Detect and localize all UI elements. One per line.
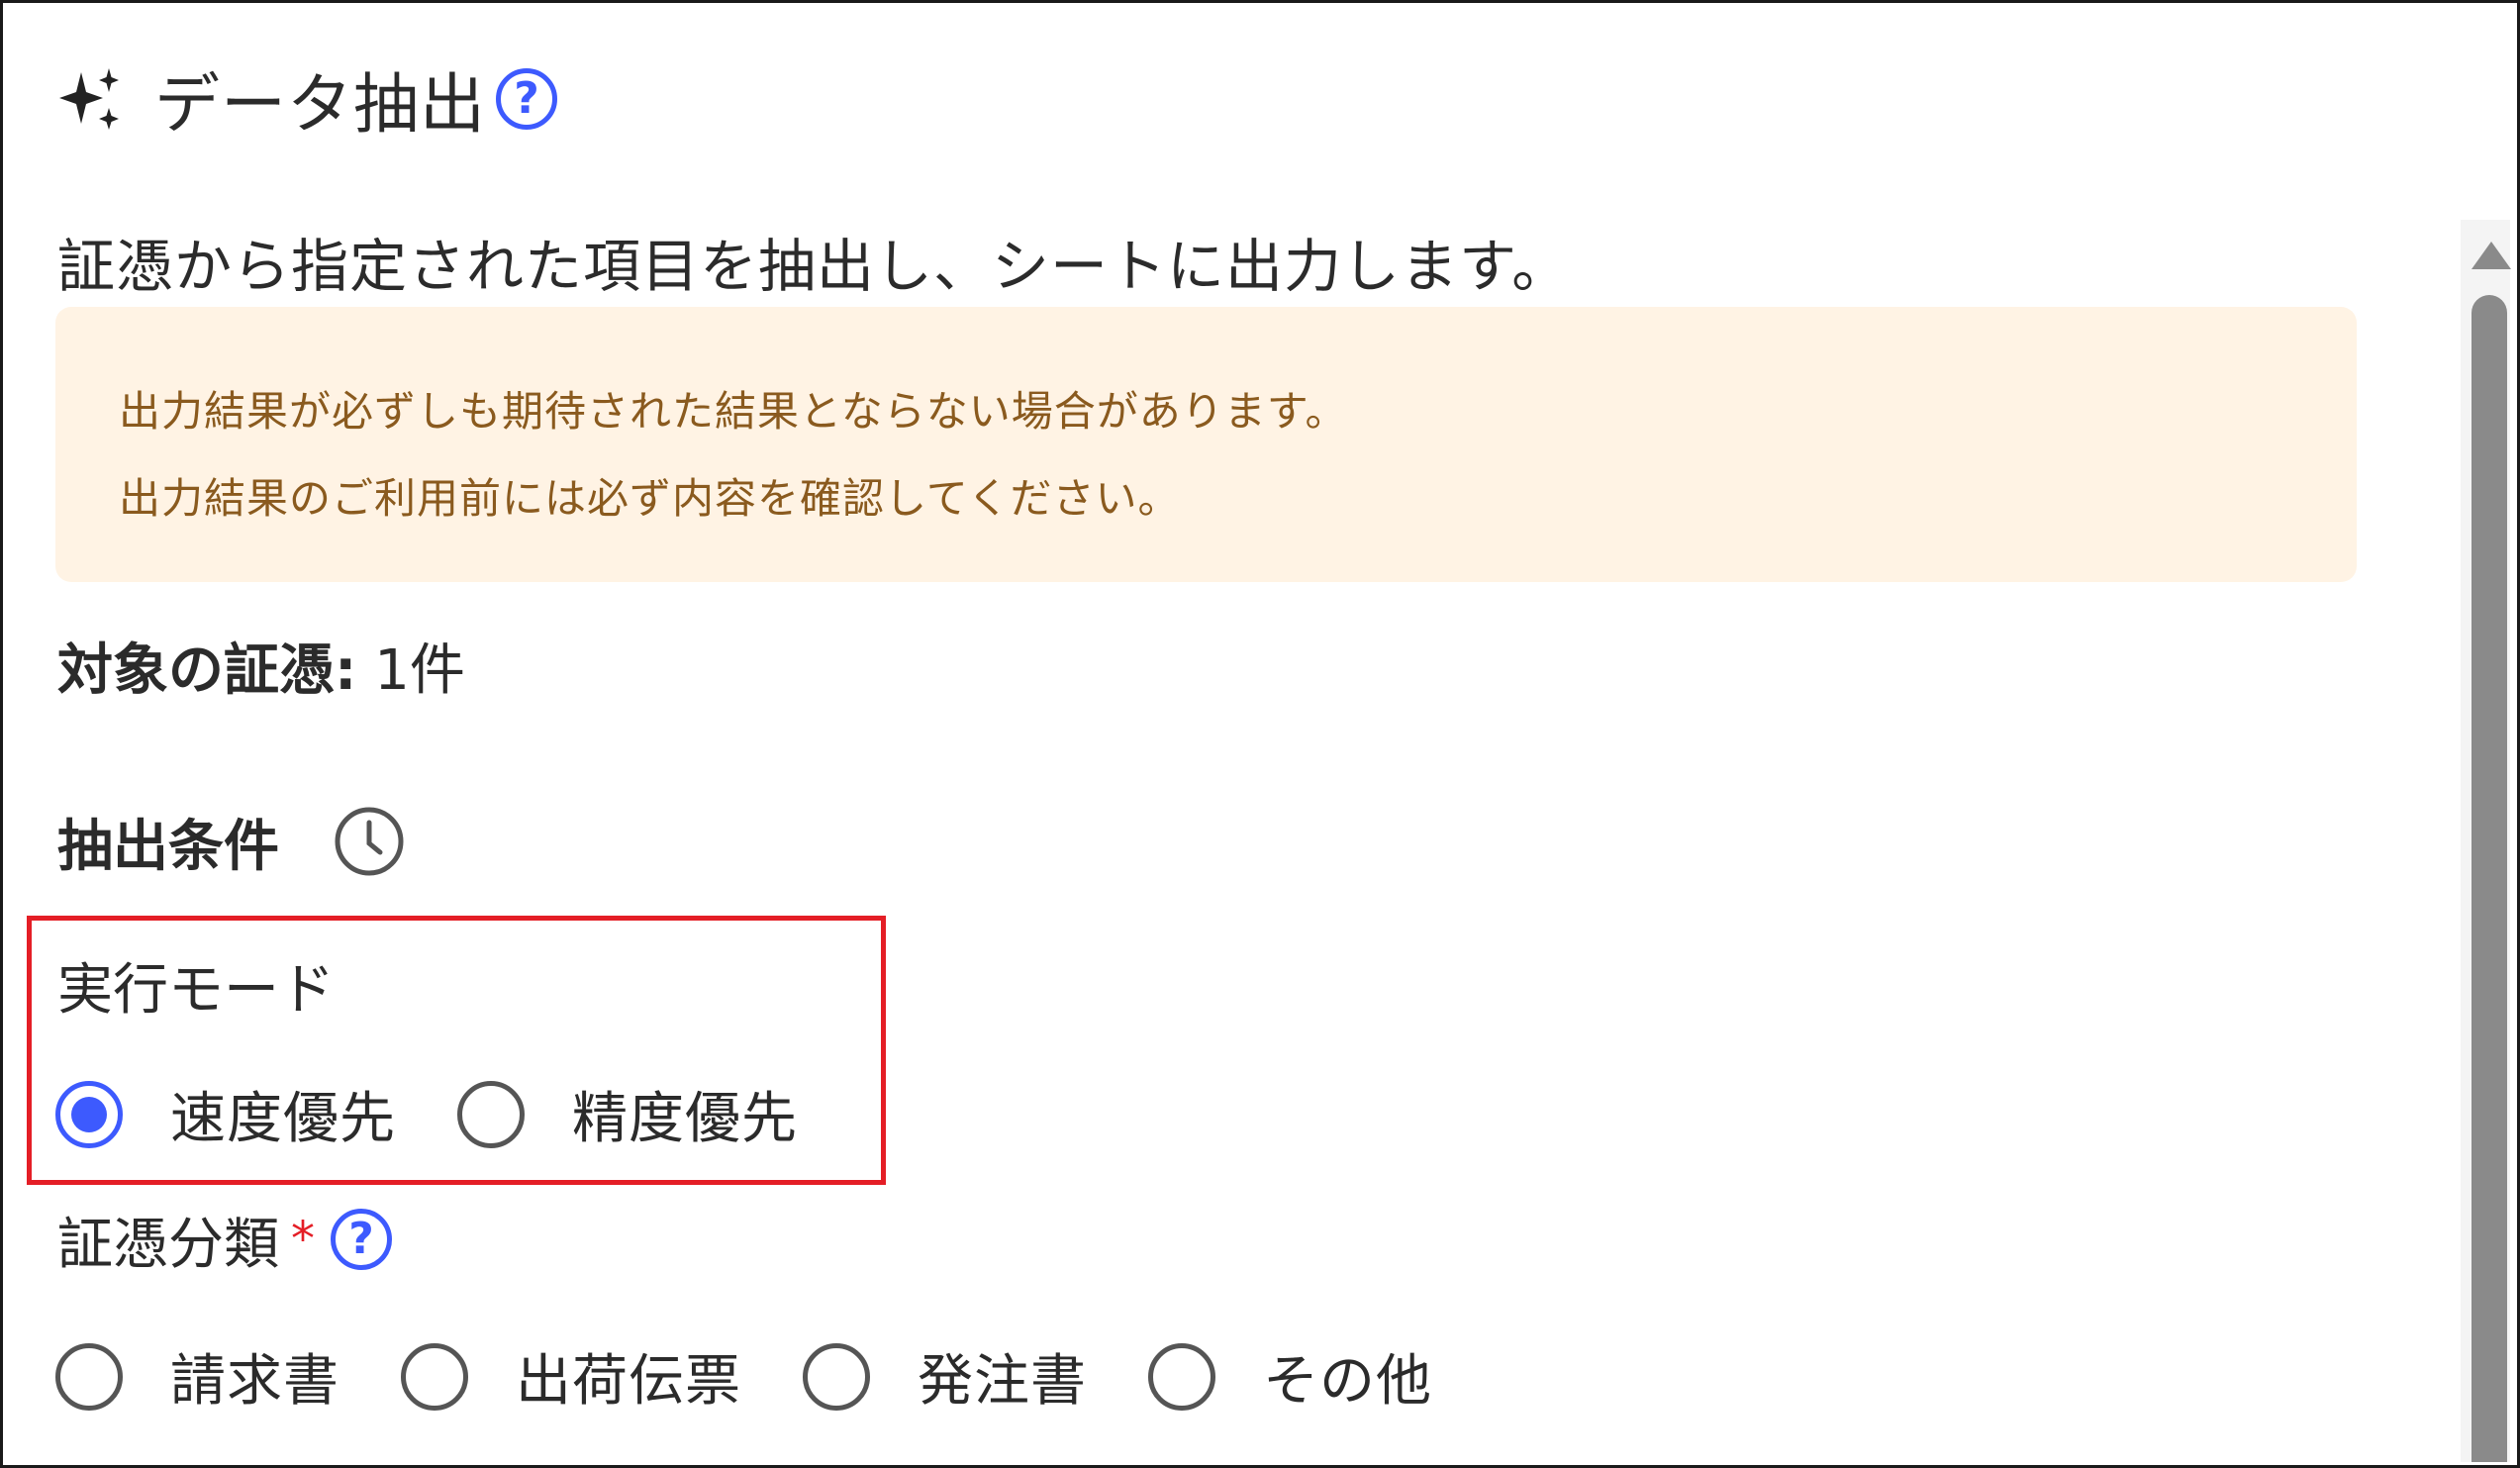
radio-accuracy-priority[interactable]: 精度優先 — [457, 1074, 798, 1154]
radio-speed-priority[interactable]: 速度優先 — [55, 1074, 396, 1154]
required-mark: * — [291, 1212, 315, 1267]
radio-selected-icon[interactable] — [55, 1080, 123, 1148]
radio-label: 出荷伝票 — [516, 1349, 741, 1414]
document-category-label-row: 証憑分類 * ? — [57, 1200, 392, 1279]
radio-unselected-icon[interactable] — [457, 1080, 525, 1148]
radio-unselected-icon[interactable] — [1148, 1342, 1215, 1411]
sparkle-icon — [59, 68, 119, 130]
radio-unselected-icon[interactable] — [55, 1342, 123, 1411]
conditions-label: 抽出条件 — [57, 814, 279, 879]
radio-other[interactable]: その他 — [1148, 1336, 1432, 1417]
radio-unselected-icon[interactable] — [803, 1342, 870, 1411]
help-icon[interactable]: ? — [496, 68, 557, 130]
radio-purchase-order[interactable]: 発注書 — [803, 1336, 1087, 1417]
help-icon[interactable]: ? — [331, 1209, 392, 1270]
notice-line: 出力結果が必ずしも期待された結果とならない場合があります。 — [119, 387, 1348, 436]
history-icon[interactable] — [333, 805, 406, 878]
panel-header: データ抽出 ? — [57, 49, 557, 148]
radio-label: 発注書 — [918, 1349, 1087, 1414]
radio-label: 請求書 — [170, 1349, 339, 1414]
page-title: データ抽出 — [154, 66, 486, 143]
notice-line: 出力結果のご利用前には必ず内容を確認してください。 — [119, 474, 1181, 523]
notice-box: 出力結果が必ずしも期待された結果とならない場合があります。 出力結果のご利用前に… — [55, 307, 2357, 582]
conditions-header: 抽出条件 — [57, 802, 406, 881]
radio-shipping-slip[interactable]: 出荷伝票 — [401, 1336, 741, 1417]
target-count-value: 1件 — [356, 638, 465, 703]
document-category-group: 請求書 出荷伝票 発注書 その他 — [55, 1336, 1494, 1417]
execution-mode-group: 速度優先 精度優先 — [55, 1074, 859, 1154]
target-count: 対象の証憑: 1件 — [57, 626, 465, 706]
execution-mode-label: 実行モード — [57, 958, 335, 1023]
target-count-label: 対象の証憑: — [57, 638, 357, 703]
radio-invoice[interactable]: 請求書 — [55, 1336, 339, 1417]
scroll-up-arrow-icon[interactable] — [2472, 242, 2511, 269]
radio-unselected-icon[interactable] — [401, 1342, 468, 1411]
radio-label: 精度優先 — [572, 1087, 798, 1151]
description-text: 証憑から指定された項目を抽出し、シートに出力します。 — [57, 233, 1571, 300]
radio-label: 速度優先 — [170, 1087, 396, 1151]
document-category-label: 証憑分類 — [57, 1212, 279, 1277]
radio-label: その他 — [1263, 1349, 1432, 1414]
scrollbar-thumb[interactable] — [2472, 295, 2507, 1462]
